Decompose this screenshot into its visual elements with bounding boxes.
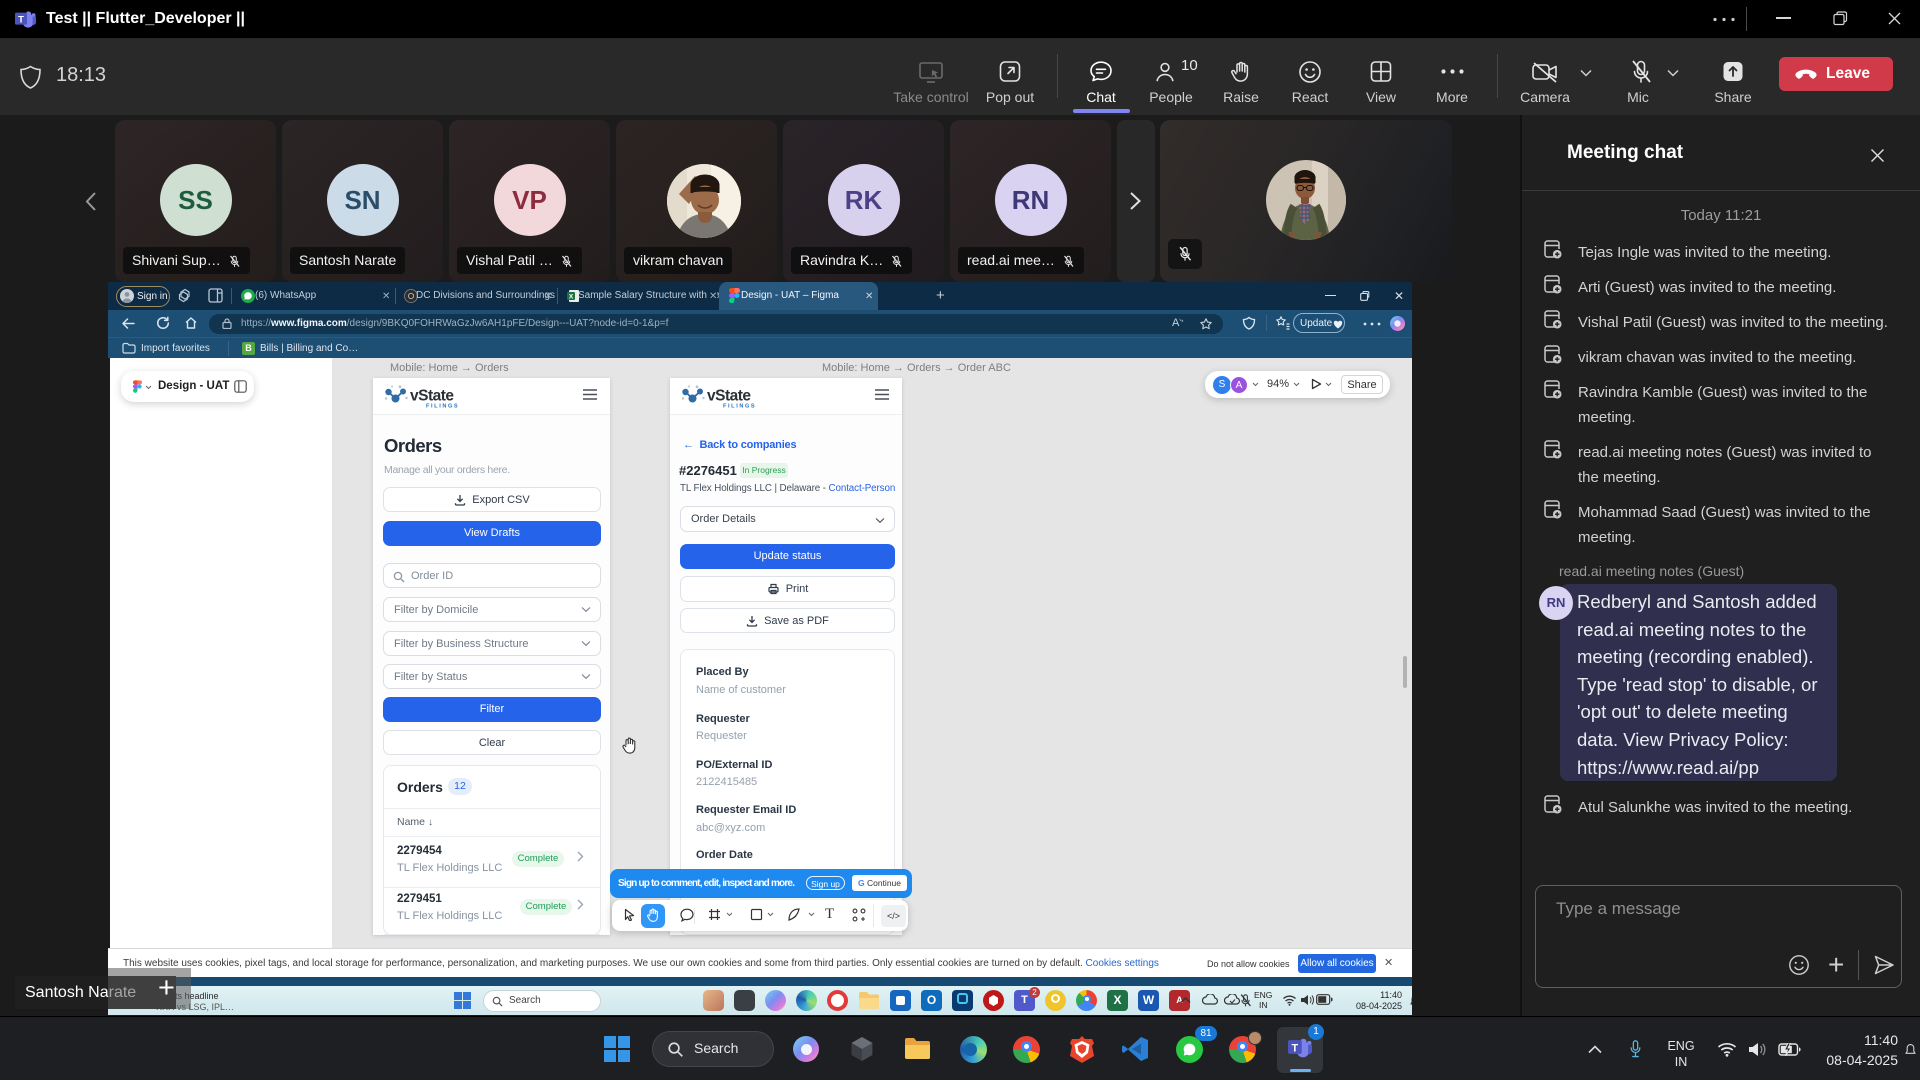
svg-text:FILINGS: FILINGS [723, 404, 756, 410]
svg-text:T: T [1292, 1042, 1299, 1054]
svg-text:vState: vState [410, 388, 454, 405]
svg-text:vState: vState [707, 388, 751, 405]
svg-text:T: T [18, 14, 24, 25]
svg-text:FILINGS: FILINGS [426, 404, 459, 410]
svg-text:X: X [569, 293, 574, 300]
